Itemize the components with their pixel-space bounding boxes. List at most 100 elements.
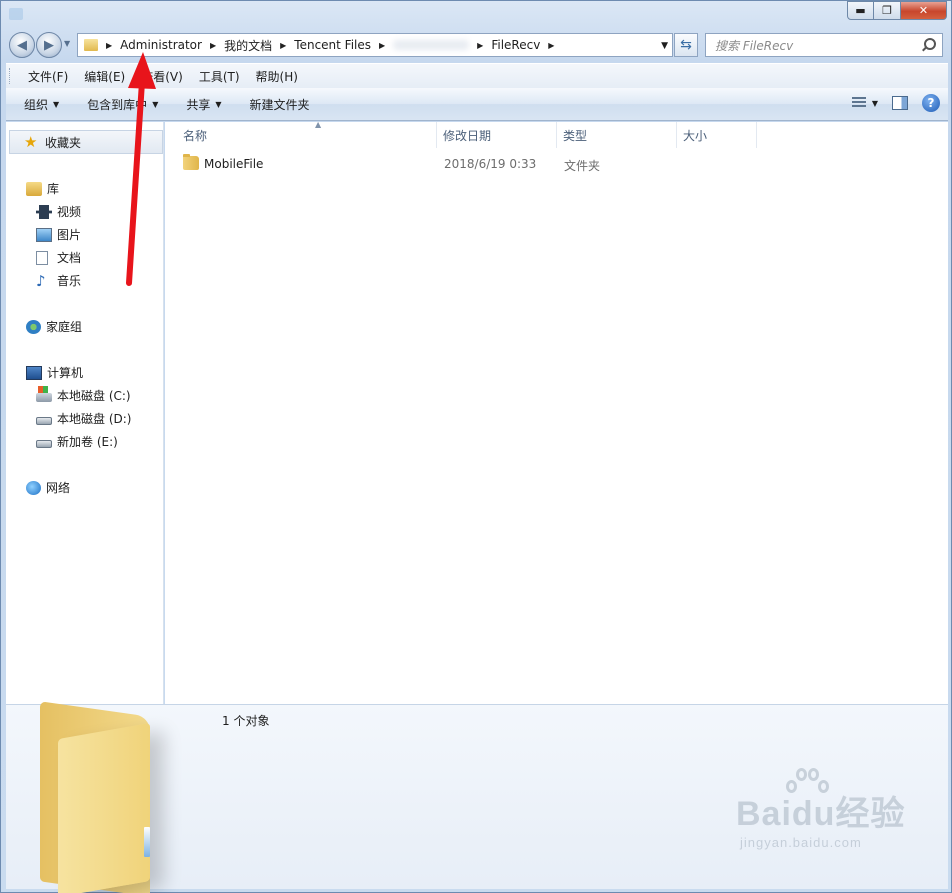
breadcrumb-tencent-files[interactable]: Tencent Files: [294, 38, 371, 52]
share-button[interactable]: 共享 ▼: [176, 96, 231, 113]
sidebar-item-drive-d[interactable]: 本地磁盘 (D:): [36, 410, 131, 427]
sort-ascending-icon: ▲: [315, 120, 322, 129]
column-type-label: 类型: [563, 128, 588, 143]
breadcrumb-filerecv[interactable]: FileRecv: [491, 38, 540, 52]
sidebar-item-videos[interactable]: 视频: [36, 203, 81, 220]
column-header-type[interactable]: 类型: [557, 122, 677, 148]
menu-view[interactable]: 查看(V): [133, 68, 191, 85]
breadcrumb-separator-icon[interactable]: ▶: [379, 41, 385, 50]
favorites-row: ★ 收藏夹: [24, 134, 81, 151]
folder-icon: [183, 154, 199, 170]
organize-button[interactable]: 组织 ▼: [14, 96, 69, 113]
chevron-down-icon[interactable]: ▼: [872, 99, 878, 108]
column-header-date[interactable]: 修改日期: [437, 122, 557, 148]
sidebar-item-computer[interactable]: 计算机: [26, 364, 83, 381]
menu-help[interactable]: 帮助(H): [248, 68, 306, 85]
homegroup-label: 家庭组: [46, 320, 83, 334]
recent-pages-dropdown[interactable]: ▼: [64, 39, 70, 48]
maximize-button[interactable]: ❐: [874, 1, 901, 20]
search-icon[interactable]: [920, 37, 936, 53]
address-bar[interactable]: ▶ Administrator ▶ 我的文档 ▶ Tencent Files ▶…: [77, 33, 673, 57]
sidebar-item-favorites[interactable]: ★ 收藏夹: [9, 130, 163, 154]
sidebar-item-drive-c[interactable]: 本地磁盘 (C:): [36, 386, 131, 404]
documents-label: 文档: [57, 251, 82, 265]
file-list: 名称 ▲ 修改日期 类型 大小 MobileFile 2018/6/19 0:3…: [165, 120, 948, 704]
minimize-button[interactable]: ▬: [847, 1, 874, 20]
sidebar-item-network[interactable]: 网络: [26, 479, 70, 496]
network-icon: [26, 480, 41, 495]
view-controls: ▼ ?: [851, 94, 940, 112]
search-box[interactable]: 搜索 FileRecv: [705, 33, 943, 57]
table-row[interactable]: MobileFile 2018/6/19 0:33 文件夹: [177, 154, 737, 176]
menu-tools[interactable]: 工具(T): [191, 68, 248, 85]
drive-e-label: 新加卷 (E:): [57, 435, 118, 449]
back-button[interactable]: ◀: [9, 32, 35, 58]
watermark-url: jingyan.baidu.com: [740, 835, 862, 850]
file-name: MobileFile: [204, 157, 264, 171]
network-label: 网络: [46, 481, 71, 495]
column-header-size[interactable]: 大小: [677, 122, 757, 148]
music-label: 音乐: [57, 274, 82, 288]
breadcrumb-separator-icon[interactable]: ▶: [548, 41, 554, 50]
explorer-window: ▬ ❐ ✕ ◀ ▶ ▼ ▶ Administrator ▶ 我的文档 ▶ Ten…: [0, 0, 952, 893]
baidu-watermark-logo: Baidu经验 jingyan.baidu.com: [736, 768, 905, 850]
computer-icon: [26, 365, 42, 380]
refresh-button[interactable]: ⇆: [674, 33, 698, 57]
title-bar: ▬ ❐ ✕: [1, 1, 951, 29]
sidebar-item-documents[interactable]: 文档: [36, 249, 81, 266]
chevron-down-icon: ▼: [53, 99, 60, 109]
homegroup-icon: [26, 319, 41, 334]
menu-file[interactable]: 文件(F): [20, 68, 76, 85]
menu-edit[interactable]: 编辑(E): [76, 68, 133, 85]
sidebar-item-pictures[interactable]: 图片: [36, 226, 81, 243]
star-icon: ★: [24, 133, 38, 151]
refresh-icon: ⇆: [680, 37, 692, 53]
breadcrumb-administrator[interactable]: Administrator: [120, 38, 202, 52]
sidebar-item-music[interactable]: ♪ 音乐: [36, 272, 81, 289]
navigation-pane: ★ 收藏夹 库 视频 图片 文档 ♪ 音乐 家庭组 计算机 本地磁盘 (C:): [6, 122, 164, 704]
sidebar-item-libraries[interactable]: 库: [26, 180, 59, 197]
view-options-icon[interactable]: [851, 97, 866, 109]
breadcrumb-redacted[interactable]: [393, 40, 470, 50]
library-icon: [26, 181, 42, 196]
breadcrumb-separator-icon[interactable]: ▶: [477, 41, 483, 50]
menu-grip: [9, 68, 12, 84]
breadcrumb-separator-icon[interactable]: ▶: [280, 41, 286, 50]
breadcrumb-separator-icon[interactable]: ▶: [106, 41, 112, 50]
music-icon: ♪: [36, 271, 46, 290]
arrow-left-icon: ◀: [17, 37, 27, 53]
chevron-down-icon: ▼: [152, 99, 159, 109]
search-input[interactable]: 搜索 FileRecv: [715, 37, 920, 54]
system-drive-icon: [36, 386, 52, 402]
window-icon: [9, 8, 23, 20]
command-bar: 组织 ▼ 包含到库中 ▼ 共享 ▼ 新建文件夹 ▼ ?: [6, 88, 948, 121]
computer-label: 计算机: [47, 366, 84, 380]
video-icon: [36, 204, 52, 219]
new-folder-button[interactable]: 新建文件夹: [240, 96, 320, 113]
folder-icon: [84, 39, 98, 51]
breadcrumb-separator-icon[interactable]: ▶: [210, 41, 216, 50]
help-icon[interactable]: ?: [922, 94, 940, 112]
address-history-dropdown[interactable]: ▼: [661, 41, 668, 51]
arrow-right-icon: ▶: [44, 37, 54, 53]
forward-button[interactable]: ▶: [36, 32, 62, 58]
chevron-down-icon: ▼: [215, 99, 222, 109]
preview-pane-icon[interactable]: [892, 96, 908, 110]
picture-icon: [36, 227, 52, 242]
breadcrumb-my-documents[interactable]: 我的文档: [224, 37, 272, 54]
close-button[interactable]: ✕: [901, 1, 947, 20]
folder-thumbnail-icon: [40, 701, 210, 893]
column-date-label: 修改日期: [443, 128, 492, 143]
column-header-name[interactable]: 名称 ▲: [177, 120, 437, 148]
column-name-label: 名称: [183, 128, 208, 143]
drive-icon: [36, 439, 52, 448]
share-label: 共享: [186, 97, 211, 112]
favorites-label: 收藏夹: [45, 135, 82, 150]
paw-icon: [780, 766, 829, 806]
sidebar-item-drive-e[interactable]: 新加卷 (E:): [36, 433, 118, 450]
drive-icon: [36, 416, 52, 425]
file-date: 2018/6/19 0:33: [444, 157, 537, 171]
sidebar-item-homegroup[interactable]: 家庭组: [26, 318, 82, 335]
pictures-label: 图片: [57, 228, 82, 242]
include-in-library-button[interactable]: 包含到库中 ▼: [77, 96, 168, 113]
